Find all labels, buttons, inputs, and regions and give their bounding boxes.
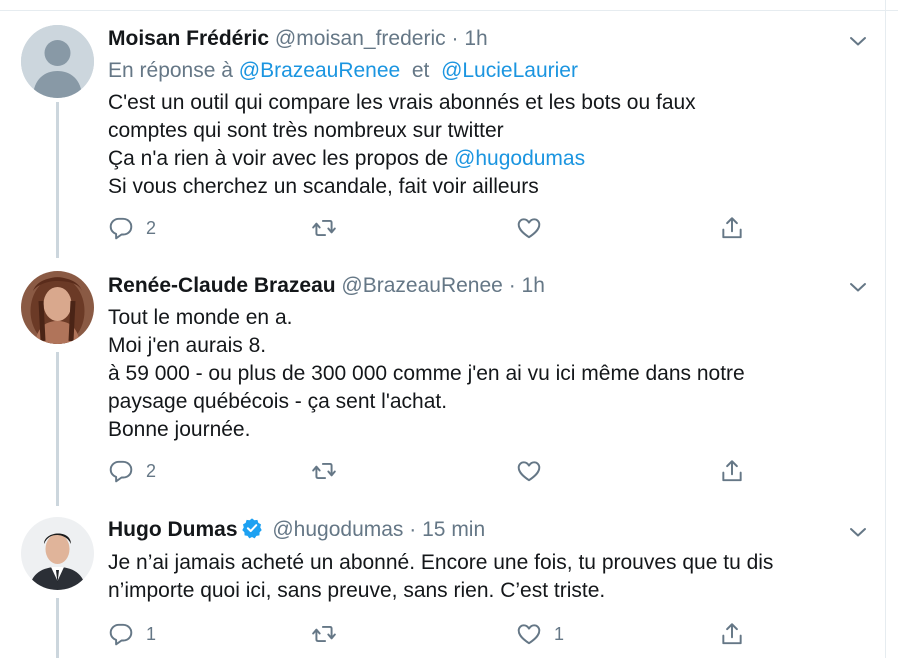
- chevron-down-icon[interactable]: [846, 29, 870, 53]
- share-button[interactable]: [719, 456, 745, 486]
- reply-count: 2: [146, 460, 157, 481]
- text-line: Moi j'en aurais 8.: [108, 334, 267, 357]
- user-handle[interactable]: @hugodumas: [272, 518, 403, 541]
- tweet-brazeau[interactable]: Renée-Claude Brazeau @BrazeauRenee · 1h …: [0, 258, 885, 506]
- like-button[interactable]: [516, 456, 542, 486]
- share-icon: [722, 217, 742, 239]
- mention-link[interactable]: @hugodumas: [454, 147, 585, 170]
- action-bar: 1 1: [108, 619, 758, 649]
- tweet-text: Je n’ai jamais acheté un abonné. Encore …: [108, 549, 878, 605]
- reply-context: En réponse à @BrazeauRenee et @LucieLaur…: [108, 58, 578, 84]
- text-line: comptes qui sont très nombreux sur twitt…: [108, 119, 504, 142]
- timestamp[interactable]: 15 min: [422, 518, 485, 541]
- text-line: paysage québécois - ça sent l'achat.: [108, 390, 448, 413]
- thread-line: [56, 598, 59, 658]
- retweet-icon: [312, 625, 336, 643]
- default-profile-icon: [21, 25, 94, 98]
- action-bar: 2: [108, 213, 758, 243]
- like-icon: [517, 218, 541, 239]
- tweet-dumas[interactable]: Hugo Dumas @hugodumas · 15 min Je n’ai j…: [0, 506, 885, 658]
- retweet-icon: [312, 462, 336, 480]
- avatar-default[interactable]: [21, 25, 94, 98]
- tweet-text: Tout le monde en a. Moi j'en aurais 8. à…: [108, 304, 878, 444]
- tweet-header: Hugo Dumas @hugodumas · 15 min: [108, 517, 485, 546]
- retweet-button[interactable]: [311, 456, 337, 486]
- reply-icon: [109, 623, 133, 646]
- action-bar: 2: [108, 456, 758, 486]
- chevron-down-icon[interactable]: [846, 275, 870, 299]
- text-line: n’importe quoi ici, sans preuve, sans ri…: [108, 579, 606, 602]
- text-segment: Ça n'a rien à voir avec les propos de: [108, 147, 455, 170]
- display-name[interactable]: Hugo Dumas: [108, 518, 238, 541]
- separator-dot: ·: [451, 27, 459, 50]
- reply-button[interactable]: 1: [108, 619, 156, 649]
- retweet-button[interactable]: [311, 213, 337, 243]
- timestamp[interactable]: 1h: [522, 274, 545, 297]
- timestamp[interactable]: 1h: [464, 27, 487, 50]
- tweet-moisan[interactable]: Moisan Frédéric @moisan_frederic · 1h En…: [0, 0, 885, 258]
- avatar-brazeau[interactable]: [21, 271, 94, 344]
- display-name[interactable]: Moisan Frédéric: [108, 27, 269, 50]
- share-button[interactable]: [719, 213, 745, 243]
- text-line: Ça n'a rien à voir avec les propos de @h…: [108, 145, 878, 173]
- avatar-dumas[interactable]: [21, 517, 94, 590]
- retweet-icon: [312, 219, 336, 237]
- like-icon: [517, 461, 541, 482]
- thread-line: [56, 352, 59, 506]
- mention-link[interactable]: @BrazeauRenee: [239, 59, 400, 82]
- reply-count: 1: [146, 623, 157, 644]
- text-line: Si vous cherchez un scandale, fait voir …: [108, 175, 539, 198]
- like-icon: [517, 624, 541, 645]
- right-divider: [885, 0, 886, 658]
- reply-prefix: En réponse à: [108, 59, 233, 82]
- share-button[interactable]: [719, 619, 745, 649]
- mention-link[interactable]: @LucieLaurier: [441, 59, 578, 82]
- separator-dot: ·: [508, 274, 516, 297]
- text-line: Je n’ai jamais acheté un abonné. Encore …: [108, 551, 774, 574]
- share-icon: [722, 460, 742, 482]
- separator-dot: ·: [409, 518, 417, 541]
- text-line: à 59 000 - ou plus de 300 000 comme j'en…: [108, 362, 745, 385]
- thread-line: [56, 102, 59, 258]
- text-line: Tout le monde en a.: [108, 306, 293, 329]
- user-handle[interactable]: @BrazeauRenee: [341, 274, 502, 297]
- like-button[interactable]: [516, 213, 542, 243]
- verified-badge-icon: [241, 517, 263, 546]
- text-line: C'est un outil qui compare les vrais abo…: [108, 91, 696, 114]
- reply-icon: [109, 217, 133, 240]
- reply-count: 2: [146, 217, 157, 238]
- text-line: Bonne journée.: [108, 418, 251, 441]
- reply-button[interactable]: 2: [108, 456, 156, 486]
- tweet-text: C'est un outil qui compare les vrais abo…: [108, 89, 878, 201]
- reply-button[interactable]: 2: [108, 213, 156, 243]
- user-handle[interactable]: @moisan_frederic: [275, 27, 446, 50]
- chevron-down-icon[interactable]: [846, 520, 870, 544]
- reply-join: et: [411, 59, 430, 82]
- like-count: 1: [554, 623, 565, 644]
- retweet-button[interactable]: [311, 619, 337, 649]
- share-icon: [722, 623, 742, 645]
- profile-photo: [21, 271, 94, 344]
- tweet-header: Renée-Claude Brazeau @BrazeauRenee · 1h: [108, 273, 545, 299]
- like-button[interactable]: 1: [516, 619, 564, 649]
- display-name[interactable]: Renée-Claude Brazeau: [108, 274, 336, 297]
- tweet-header: Moisan Frédéric @moisan_frederic · 1h: [108, 26, 488, 52]
- reply-icon: [109, 460, 133, 483]
- profile-photo: [21, 517, 94, 590]
